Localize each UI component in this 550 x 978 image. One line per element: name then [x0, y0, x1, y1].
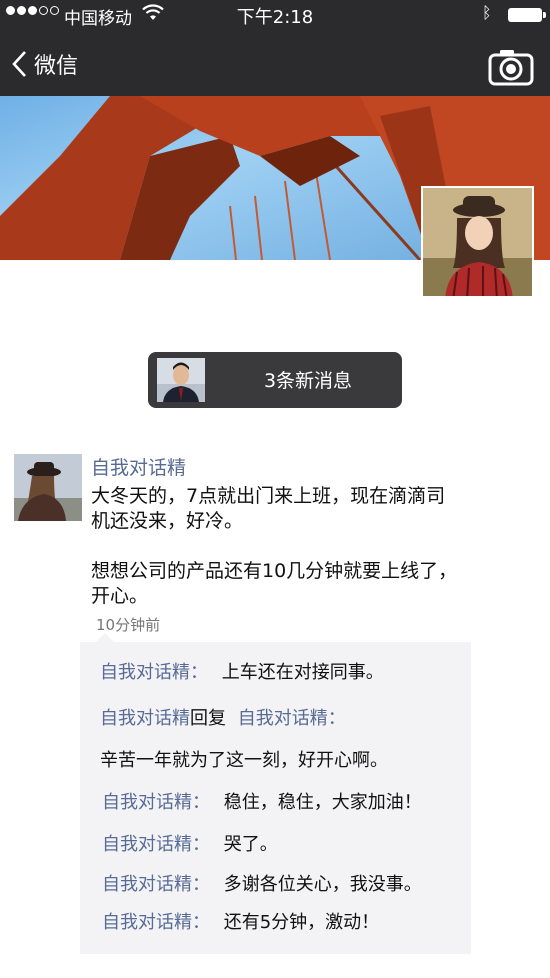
post-content: 大冬天的，7点就出门来上班，现在滴滴司机还没来，好冷。 想想公司的产品还有10几…: [91, 484, 461, 634]
new-messages-label: 3条新消息: [263, 370, 353, 392]
camera-icon[interactable]: [488, 48, 534, 86]
new-messages-button[interactable]: 3条新消息: [148, 352, 402, 408]
comment-reply-to[interactable]: 自我对话精: [238, 708, 328, 729]
comment-item[interactable]: 自我对话精： 多谢各位关心，我没事。: [102, 870, 422, 896]
battery-icon: [508, 8, 546, 22]
comment-author[interactable]: 自我对话精: [102, 792, 192, 813]
comment-author[interactable]: 自我对话精: [100, 662, 190, 683]
back-button[interactable]: 微信: [10, 44, 100, 84]
comments-panel: 自我对话精： 上车还在对接同事。 自我对话精回复 自我对话精： 辛苦一年就为了这…: [80, 633, 471, 954]
comment-text: 稳住，稳住，大家加油！: [223, 792, 422, 813]
profile-avatar[interactable]: [421, 186, 534, 298]
comment-item[interactable]: 自我对话精回复 自我对话精：: [100, 704, 346, 730]
comment-text: 上车还在对接同事。: [221, 662, 384, 683]
comment-author[interactable]: 自我对话精: [102, 912, 192, 933]
new-message-sender-avatar: [157, 358, 205, 402]
clock: 下午2:18: [236, 7, 314, 28]
chevron-left-icon: [12, 51, 26, 77]
comment-text: 还有5分钟，激动！: [223, 912, 380, 933]
comment-item[interactable]: 自我对话精： 哭了。: [102, 830, 278, 856]
post-paragraph: 想想公司的产品还有10几分钟就要上线了，开心。: [91, 560, 458, 607]
post-author-name[interactable]: 自我对话精: [91, 453, 186, 480]
comment-text: 多谢各位关心，我没事。: [223, 874, 422, 895]
status-bar: 中国移动 下午2:18 ᛒ: [0, 0, 550, 30]
reply-word: 回复: [190, 708, 226, 729]
comment-item[interactable]: 自我对话精： 上车还在对接同事。: [100, 658, 384, 684]
top-bar: 中国移动 下午2:18 ᛒ 微信: [0, 0, 550, 96]
back-label: 微信: [34, 54, 79, 79]
bluetooth-icon: ᛒ: [482, 3, 492, 22]
post-author-avatar[interactable]: [14, 454, 82, 521]
comment-text: 辛苦一年就为了这一刻，好开心啊。: [100, 750, 388, 771]
comment-item[interactable]: 自我对话精： 稳住，稳住，大家加油！: [102, 788, 422, 814]
comment-text-continuation: 辛苦一年就为了这一刻，好开心啊。: [100, 746, 388, 772]
comment-author[interactable]: 自我对话精: [102, 874, 192, 895]
comment-author[interactable]: 自我对话精: [100, 708, 190, 729]
comment-item[interactable]: 自我对话精： 还有5分钟，激动！: [102, 908, 379, 934]
post-timestamp: 10分钟前: [96, 616, 161, 634]
post-paragraph: 大冬天的，7点就出门来上班，现在滴滴司机还没来，好冷。: [91, 485, 446, 532]
comment-author[interactable]: 自我对话精: [102, 834, 192, 855]
comment-text: 哭了。: [223, 834, 278, 855]
